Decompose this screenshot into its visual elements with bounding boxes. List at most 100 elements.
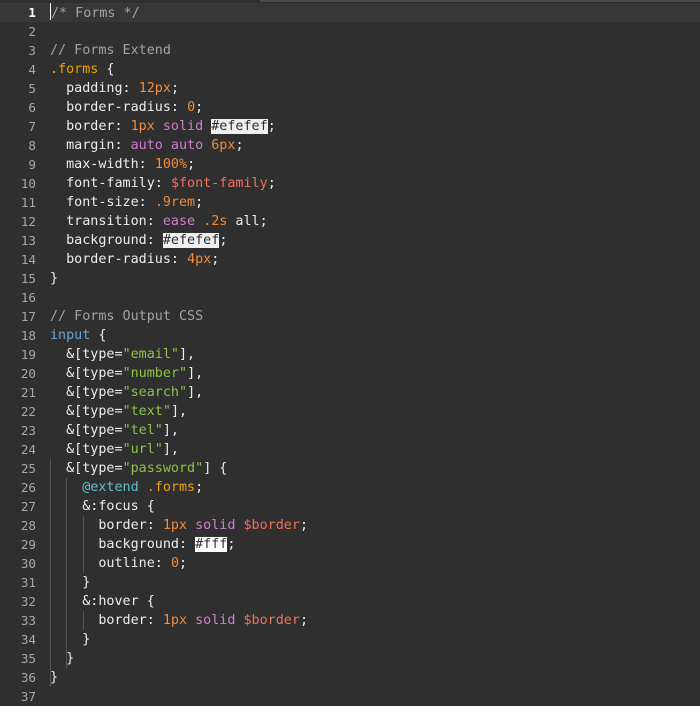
code-line[interactable]: outline: 0;	[50, 554, 700, 573]
code-line[interactable]: &[type="tel"],	[50, 421, 700, 440]
code-token-punc: ],	[187, 366, 204, 381]
code-area[interactable]: /* Forms */ // Forms Extend .forms { paddi…	[50, 3, 700, 706]
code-token-str: "text"	[122, 404, 171, 419]
code-token-punc: ],	[162, 423, 179, 438]
code-token-str: "tel"	[122, 423, 163, 438]
line-number: 19	[20, 347, 36, 362]
code-token-prop: border-radius:	[50, 252, 188, 267]
code-line[interactable]	[50, 687, 700, 706]
code-token-prop: margin:	[50, 138, 131, 153]
line-number: 32	[20, 594, 36, 609]
code-line[interactable]: }	[50, 573, 700, 592]
code-token-punc: &[type=	[50, 442, 123, 457]
code-line[interactable]: border: 1px solid #efefef;	[50, 117, 700, 136]
code-token-prop: border-radius:	[50, 100, 188, 115]
code-line[interactable]: &[type="number"],	[50, 364, 700, 383]
code-line[interactable]: max-width: 100%;	[50, 155, 700, 174]
line-number: 5	[28, 81, 36, 96]
code-token-comment: /* Forms */	[51, 6, 140, 21]
code-token-punc: &:hover {	[50, 594, 155, 609]
line-number: 20	[20, 366, 36, 381]
code-token-punc: ],	[179, 347, 196, 362]
code-token-punc: all;	[227, 214, 268, 229]
code-line[interactable]: input {	[50, 326, 700, 345]
code-token-num: 0	[170, 556, 179, 571]
line-number: 11	[20, 195, 36, 210]
code-line[interactable]	[50, 288, 700, 307]
line-number: 28	[20, 518, 36, 533]
code-line[interactable]: &:hover {	[50, 592, 700, 611]
code-line[interactable]: &[type="url"],	[50, 440, 700, 459]
code-token-comment: // Forms Output CSS	[50, 309, 204, 324]
code-editor[interactable]: 1 2 3 4 5 6 7 8 9 10 11 12 13 14 15 16 17 18 19 20 21 22 23 24 2…	[0, 0, 700, 704]
code-token-punc: &[type=	[50, 423, 123, 438]
code-token-prop: background:	[50, 537, 196, 552]
code-token-punc: ;	[267, 176, 276, 191]
line-number: 37	[20, 689, 36, 704]
code-token-num: 12px	[138, 81, 171, 96]
line-number: 3	[28, 43, 36, 58]
code-token-prop: padding:	[50, 81, 139, 96]
code-token-str: "email"	[122, 347, 179, 362]
code-line[interactable]: transition: ease .2s all;	[50, 212, 700, 231]
code-token-punc: ],	[170, 404, 188, 419]
code-line[interactable]: }	[50, 668, 700, 687]
code-line[interactable]: border: 1px solid $border;	[50, 611, 700, 630]
code-token-punc: ;	[195, 100, 204, 115]
code-token-kw: solid	[195, 518, 236, 533]
code-token-punc: ;	[179, 556, 188, 571]
code-line[interactable]: border: 1px solid $border;	[50, 516, 700, 535]
code-line[interactable]: &[type="password"] {	[50, 459, 700, 478]
code-line[interactable]: background: #fff;	[50, 535, 700, 554]
code-token-punc	[50, 480, 82, 495]
code-token-prop: font-family:	[50, 176, 171, 191]
code-token-prop: max-width:	[50, 157, 155, 172]
code-line[interactable]: @extend .forms;	[50, 478, 700, 497]
code-line[interactable]: &[type="email"],	[50, 345, 700, 364]
code-token-prop: border:	[50, 119, 131, 134]
line-number: 21	[20, 385, 36, 400]
line-number: 10	[20, 176, 36, 191]
code-line[interactable]: }	[50, 630, 700, 649]
code-line[interactable]: border-radius: 0;	[50, 98, 700, 117]
code-token-punc	[195, 214, 203, 229]
code-token-punc: ;	[299, 613, 308, 628]
code-token-punc: ;	[219, 233, 228, 248]
code-token-var: $font-family	[170, 176, 268, 191]
line-number: 36	[20, 670, 36, 685]
code-line[interactable]: font-family: $font-family;	[50, 174, 700, 193]
code-line[interactable]: /* Forms */	[50, 3, 700, 22]
code-line[interactable]: &[type="text"],	[50, 402, 700, 421]
code-line[interactable]: background: #efefef;	[50, 231, 700, 250]
line-number: 34	[20, 632, 36, 647]
code-line[interactable]: padding: 12px;	[50, 79, 700, 98]
line-number: 24	[20, 442, 36, 457]
code-token-str: "url"	[122, 442, 163, 457]
code-token-punc: ;	[195, 480, 204, 495]
code-line[interactable]: }	[50, 649, 700, 668]
code-line[interactable]: &:focus {	[50, 497, 700, 516]
code-token-punc: &[type=	[50, 347, 123, 362]
code-token-num: 1px	[162, 518, 188, 533]
line-number-gutter: 1 2 3 4 5 6 7 8 9 10 11 12 13 14 15 16 17 18 19 20 21 22 23 24 2…	[0, 3, 36, 706]
code-token-punc: ;	[299, 518, 308, 533]
line-number: 7	[28, 119, 36, 134]
code-token-prop: transition:	[50, 214, 163, 229]
code-token-num: 1px	[130, 119, 155, 134]
code-token-prop: border:	[50, 518, 163, 533]
code-token-swatch-w: #fff	[195, 537, 228, 552]
code-line[interactable]: &[type="search"],	[50, 383, 700, 402]
code-line[interactable]: // Forms Extend	[50, 41, 700, 60]
code-line[interactable]: margin: auto auto 6px;	[50, 136, 700, 155]
code-line[interactable]: .forms {	[50, 60, 700, 79]
line-number: 9	[28, 157, 36, 172]
code-token-punc: &[type=	[50, 461, 123, 476]
line-number: 31	[20, 575, 36, 590]
code-line[interactable]: font-size: .9rem;	[50, 193, 700, 212]
code-line[interactable]: border-radius: 4px;	[50, 250, 700, 269]
code-line[interactable]	[50, 22, 700, 41]
code-token-punc: ] {	[203, 461, 228, 476]
code-line[interactable]: }	[50, 269, 700, 288]
code-line[interactable]: // Forms Output CSS	[50, 307, 700, 326]
code-token-sel: .forms	[146, 480, 196, 495]
